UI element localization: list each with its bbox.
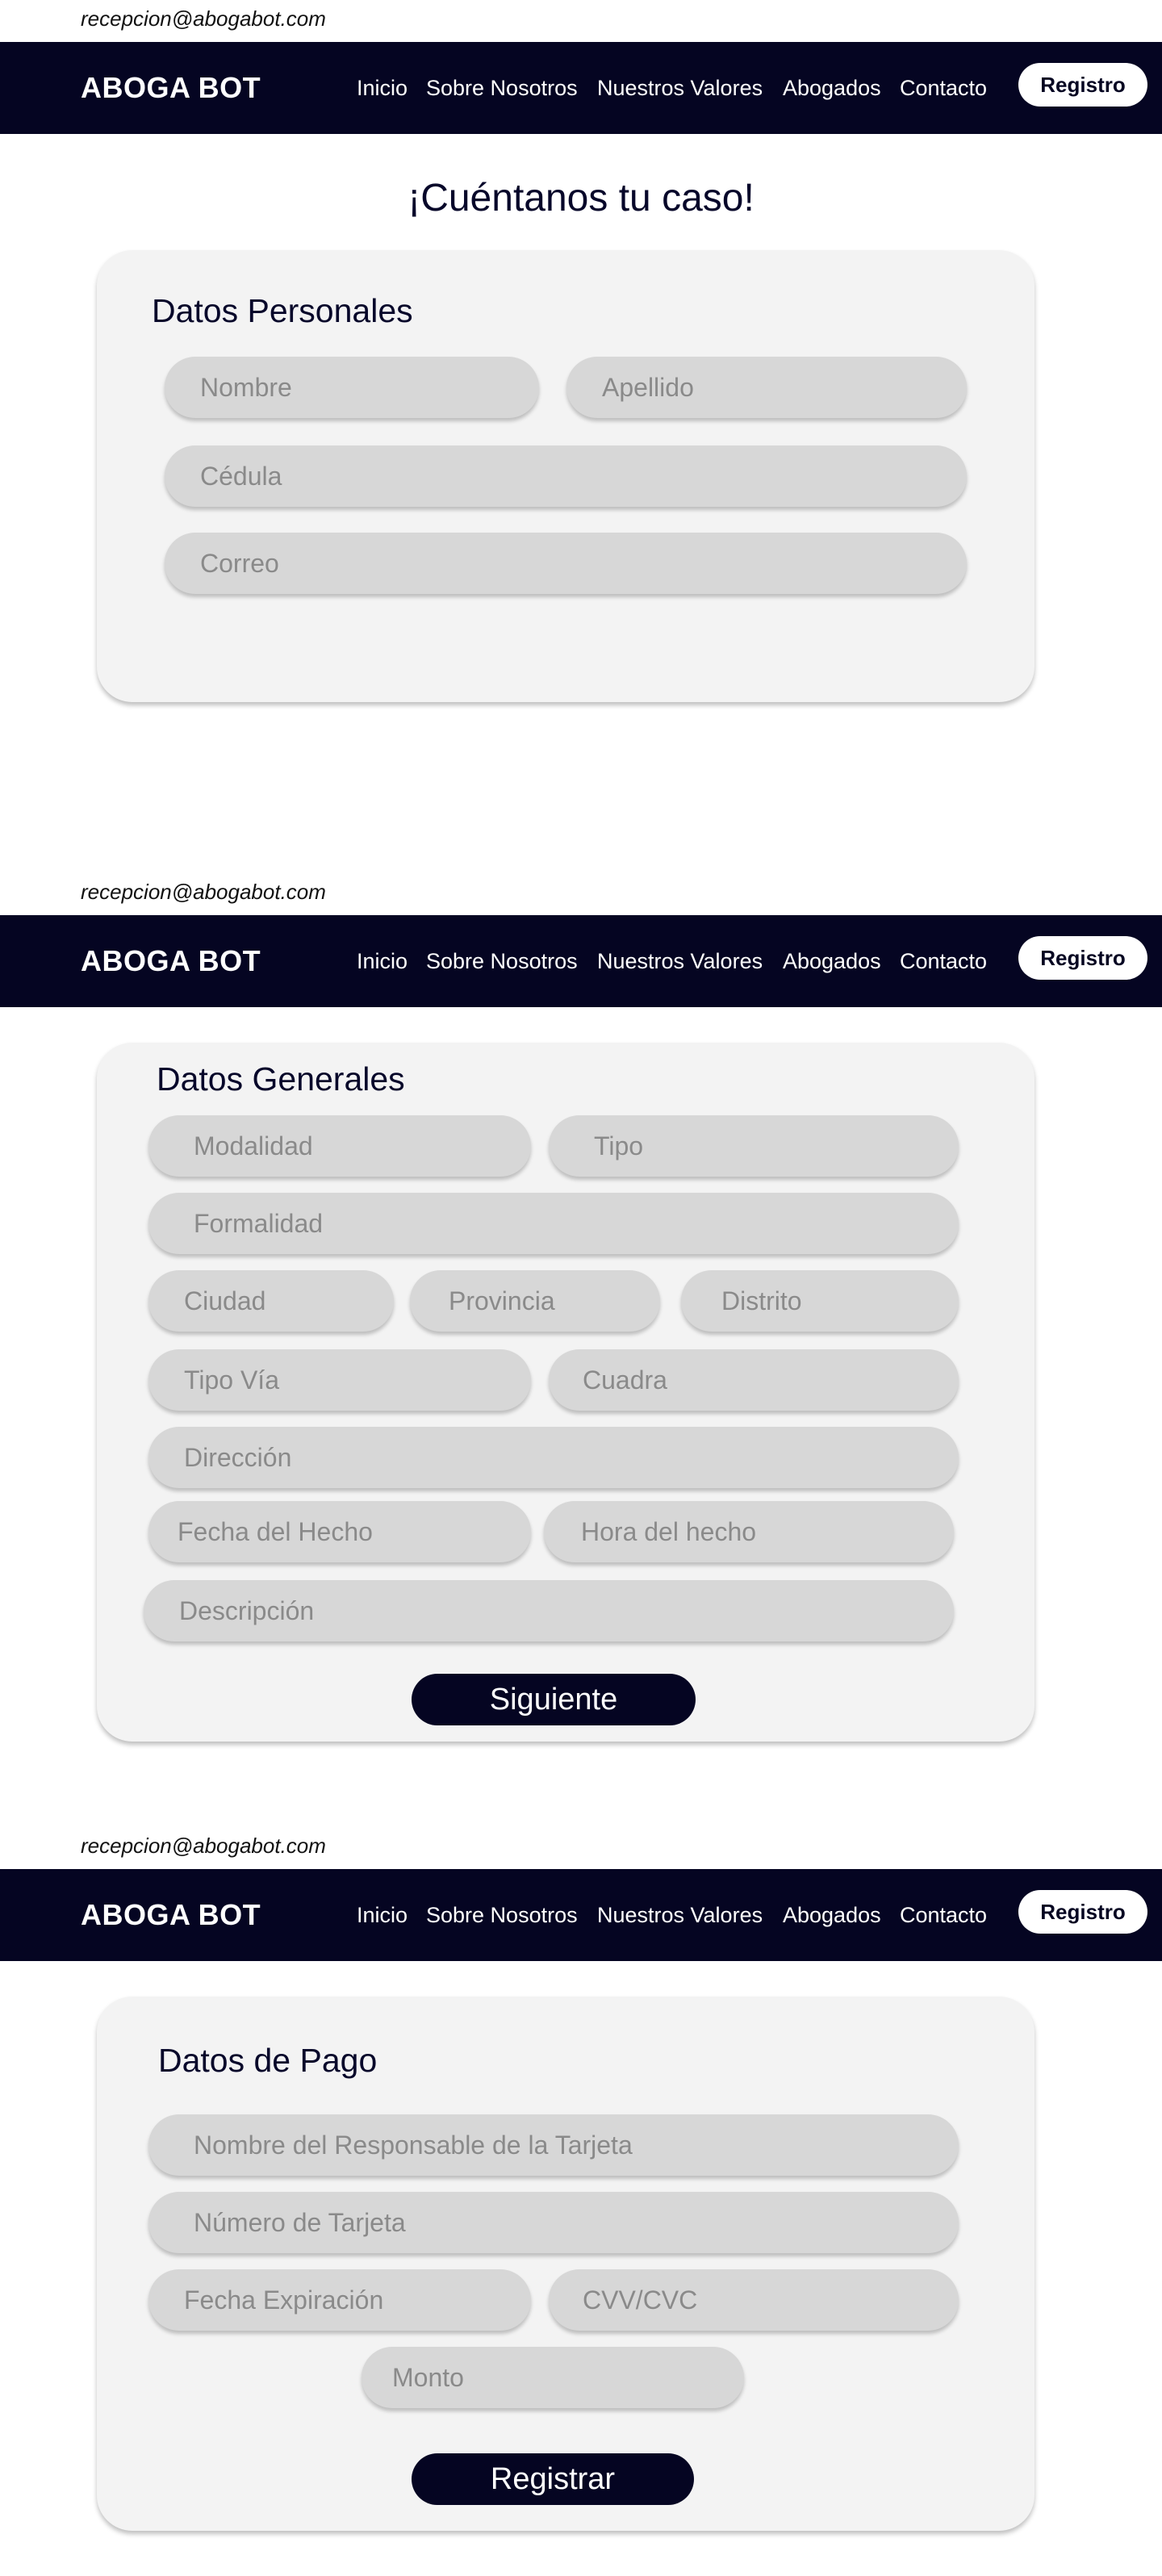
cedula-field[interactable]: Cédula — [165, 445, 967, 507]
registrar-button[interactable]: Registrar — [412, 2453, 694, 2505]
cvv-field[interactable]: CVV/CVC — [549, 2269, 959, 2331]
page-title: ¡Cuéntanos tu caso! — [408, 177, 754, 220]
nav-inicio[interactable]: Inicio — [357, 949, 408, 974]
tipo-via-field[interactable]: Tipo Vía — [148, 1349, 531, 1411]
brand-logo[interactable]: ABOGA BOT — [81, 1898, 261, 1932]
nav-nuestros-valores[interactable]: Nuestros Valores — [597, 949, 763, 974]
nav-inicio[interactable]: Inicio — [357, 76, 408, 101]
registro-button[interactable]: Registro — [1018, 936, 1147, 980]
hora-hecho-field[interactable]: Hora del hecho — [544, 1501, 954, 1562]
nav-abogados[interactable]: Abogados — [783, 1903, 881, 1928]
contact-email: recepcion@abogabot.com — [81, 880, 326, 904]
nav-sobre-nosotros[interactable]: Sobre Nosotros — [426, 76, 578, 101]
descripcion-field[interactable]: Descripción — [144, 1580, 954, 1641]
section-title: Datos Personales — [152, 292, 413, 329]
numero-tarjeta-field[interactable]: Número de Tarjeta — [148, 2192, 959, 2253]
nav-nuestros-valores[interactable]: Nuestros Valores — [597, 76, 763, 101]
contact-email: recepcion@abogabot.com — [81, 1834, 326, 1858]
nav-sobre-nosotros[interactable]: Sobre Nosotros — [426, 1903, 578, 1928]
section-title: Datos de Pago — [158, 2042, 378, 2079]
nav-sobre-nosotros[interactable]: Sobre Nosotros — [426, 949, 578, 974]
responsable-tarjeta-field[interactable]: Nombre del Responsable de la Tarjeta — [148, 2114, 959, 2176]
registro-button[interactable]: Registro — [1018, 63, 1147, 107]
apellido-field[interactable]: Apellido — [566, 357, 967, 418]
nav-nuestros-valores[interactable]: Nuestros Valores — [597, 1903, 763, 1928]
fecha-expiracion-field[interactable]: Fecha Expiración — [148, 2269, 531, 2331]
nombre-field[interactable]: Nombre — [165, 357, 539, 418]
general-data-card: Datos Generales Modalidad Tipo Formalida… — [97, 1043, 1035, 1742]
distrito-field[interactable]: Distrito — [681, 1270, 959, 1332]
nav-contacto[interactable]: Contacto — [900, 1903, 987, 1928]
nav-abogados[interactable]: Abogados — [783, 949, 881, 974]
nav-contacto[interactable]: Contacto — [900, 76, 987, 101]
ciudad-field[interactable]: Ciudad — [148, 1270, 394, 1332]
cuadra-field[interactable]: Cuadra — [549, 1349, 959, 1411]
section-title: Datos Generales — [157, 1060, 405, 1098]
brand-logo[interactable]: ABOGA BOT — [81, 944, 261, 978]
tipo-field[interactable]: Tipo — [549, 1115, 959, 1177]
provincia-field[interactable]: Provincia — [410, 1270, 660, 1332]
top-navbar: ABOGA BOT Inicio Sobre Nosotros Nuestros… — [0, 1869, 1162, 1961]
personal-data-card: Datos Personales Nombre Apellido Cédula … — [97, 250, 1035, 702]
contact-email: recepcion@abogabot.com — [81, 6, 326, 31]
registro-button[interactable]: Registro — [1018, 1890, 1147, 1934]
top-navbar: ABOGA BOT Inicio Sobre Nosotros Nuestros… — [0, 915, 1162, 1007]
nav-contacto[interactable]: Contacto — [900, 949, 987, 974]
formalidad-field[interactable]: Formalidad — [148, 1193, 959, 1254]
monto-field[interactable]: Monto — [362, 2347, 744, 2408]
payment-data-card: Datos de Pago Nombre del Responsable de … — [97, 1997, 1035, 2531]
nav-inicio[interactable]: Inicio — [357, 1903, 408, 1928]
fecha-hecho-field[interactable]: Fecha del Hecho — [148, 1501, 531, 1562]
modalidad-field[interactable]: Modalidad — [148, 1115, 531, 1177]
top-navbar: ABOGA BOT Inicio Sobre Nosotros Nuestros… — [0, 42, 1162, 134]
correo-field[interactable]: Correo — [165, 533, 967, 594]
siguiente-button[interactable]: Siguiente — [412, 1674, 696, 1725]
brand-logo[interactable]: ABOGA BOT — [81, 71, 261, 105]
nav-abogados[interactable]: Abogados — [783, 76, 881, 101]
direccion-field[interactable]: Dirección — [148, 1427, 959, 1488]
